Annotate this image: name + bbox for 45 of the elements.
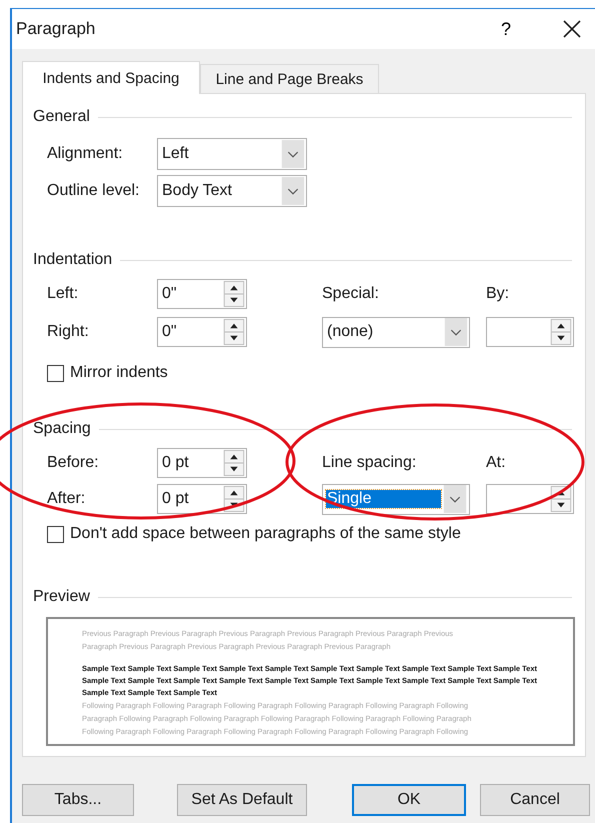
stepper-arrows-icon bbox=[550, 319, 572, 345]
field-label: After: bbox=[47, 490, 86, 508]
spin-field[interactable]: 0" bbox=[157, 279, 247, 309]
spin-field[interactable]: 0 pt bbox=[157, 484, 247, 514]
section-heading: General bbox=[33, 108, 90, 126]
field-label: Special: bbox=[322, 285, 380, 303]
chevron-down-icon bbox=[281, 177, 305, 205]
field-label: Alignment: bbox=[47, 145, 124, 163]
spin-field[interactable]: 0 pt bbox=[157, 448, 247, 478]
spin-field[interactable]: 0" bbox=[157, 317, 247, 347]
help-button[interactable]: ? bbox=[500, 18, 511, 40]
field-label: Line spacing: bbox=[322, 454, 418, 472]
section-heading: Spacing bbox=[33, 420, 91, 438]
tab[interactable]: Indents and Spacing bbox=[22, 61, 200, 94]
spin-field[interactable] bbox=[486, 484, 574, 514]
chevron-down-icon bbox=[281, 140, 305, 168]
field-label: At: bbox=[486, 454, 507, 472]
field-label: Left: bbox=[47, 285, 80, 303]
dialog-button[interactable]: Cancel bbox=[480, 784, 590, 816]
chevron-down-icon bbox=[444, 318, 468, 346]
checkbox[interactable] bbox=[47, 526, 64, 542]
field-label: Outline level: bbox=[47, 182, 140, 200]
dropdown[interactable]: (none) bbox=[322, 316, 470, 348]
checkbox-label: Mirror indents bbox=[70, 364, 168, 382]
close-icon[interactable] bbox=[563, 20, 581, 38]
checkbox[interactable] bbox=[47, 364, 64, 382]
field-label: By: bbox=[486, 285, 510, 303]
section-heading: Preview bbox=[33, 588, 90, 606]
spin-field[interactable] bbox=[486, 317, 574, 347]
section-heading: Indentation bbox=[33, 251, 112, 269]
dropdown[interactable]: Body Text bbox=[157, 175, 307, 207]
stepper-arrows-icon bbox=[223, 450, 245, 476]
dropdown[interactable]: Left bbox=[157, 138, 307, 170]
tab[interactable]: Line and Page Breaks bbox=[200, 64, 379, 93]
field-label: Right: bbox=[47, 323, 90, 341]
chevron-down-icon bbox=[443, 485, 467, 513]
checkbox-label: Don't add space between paragraphs of the same style bbox=[70, 525, 461, 543]
window-title: Paragraph bbox=[16, 19, 96, 39]
dialog-button[interactable]: Tabs... bbox=[22, 784, 134, 816]
stepper-arrows-icon bbox=[223, 319, 245, 345]
dialog-button[interactable]: Set As Default bbox=[177, 784, 307, 816]
dropdown[interactable]: Single bbox=[322, 484, 470, 514]
dialog-button[interactable]: OK bbox=[352, 784, 466, 816]
stepper-arrows-icon bbox=[223, 281, 245, 307]
field-label: Before: bbox=[47, 454, 100, 472]
